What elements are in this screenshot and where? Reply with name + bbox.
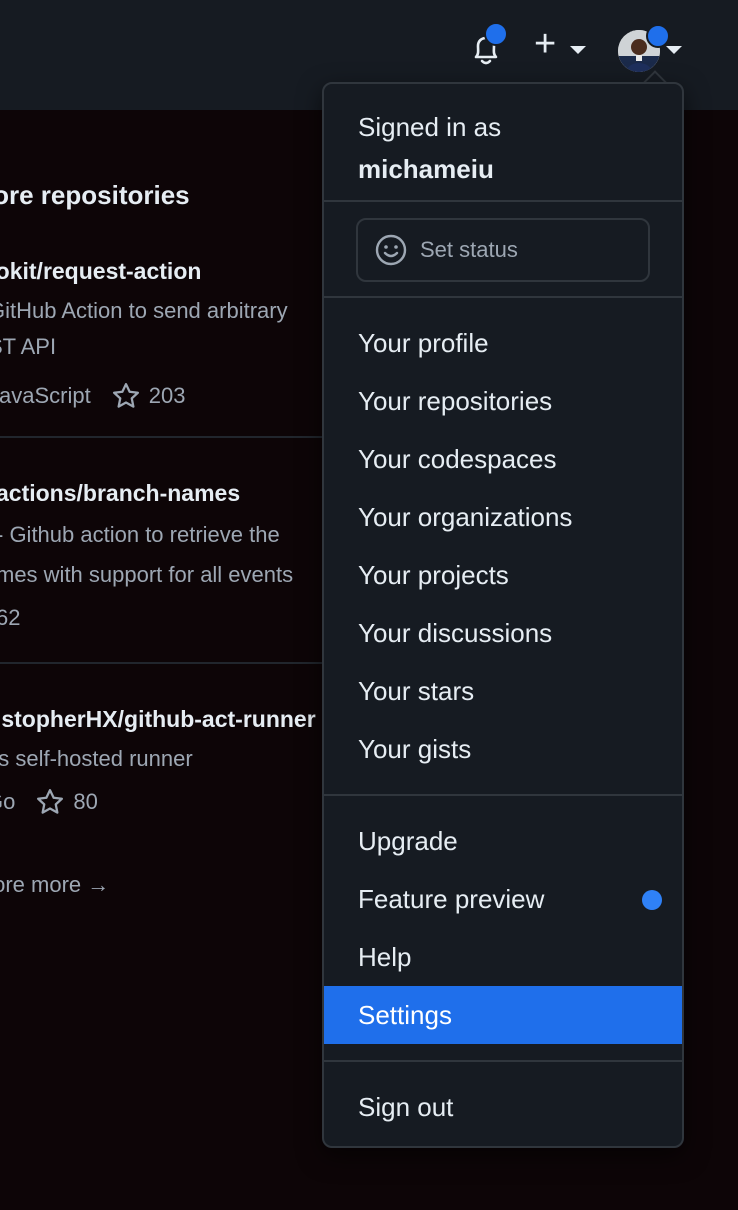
repo-description: GitHub Action to send arbitrary ST API xyxy=(0,298,288,359)
star-icon xyxy=(37,789,64,814)
menu-item-your-projects[interactable]: Your projects xyxy=(324,546,682,604)
menu-item-your-discussions[interactable]: Your discussions xyxy=(324,604,682,662)
notification-indicator-dot xyxy=(484,22,508,46)
menu-item-your-organizations[interactable]: Your organizations xyxy=(324,488,682,546)
notifications-button[interactable] xyxy=(466,22,508,70)
repo-card: actions/branch-names - Github action to … xyxy=(0,480,356,631)
star-icon xyxy=(112,383,139,408)
username: michameiu xyxy=(358,154,494,184)
menu-divider xyxy=(324,296,682,298)
menu-item-your-gists[interactable]: Your gists xyxy=(324,720,682,778)
plus-icon: + xyxy=(534,23,557,65)
set-status-button[interactable]: Set status xyxy=(356,218,650,282)
repo-description: as self-hosted runner xyxy=(0,746,193,771)
menu-divider xyxy=(324,200,682,202)
set-status-label: Set status xyxy=(420,237,518,262)
menu-item-help[interactable]: Help xyxy=(324,928,682,986)
repo-link[interactable]: actions/branch-names xyxy=(0,480,356,507)
menu-item-settings[interactable]: Settings xyxy=(324,986,682,1044)
repo-language: JavaScript xyxy=(0,383,91,408)
menu-item-feature-preview[interactable]: Feature preview xyxy=(324,870,682,928)
feature-preview-indicator-dot xyxy=(642,890,662,910)
menu-item-your-codespaces[interactable]: Your codespaces xyxy=(324,430,682,488)
repo-stars[interactable]: 80 xyxy=(35,787,98,817)
menu-item-your-stars[interactable]: Your stars xyxy=(324,662,682,720)
signed-in-label: Signed in as xyxy=(358,112,502,142)
menu-divider xyxy=(324,794,682,796)
menu-item-your-repositories[interactable]: Your repositories xyxy=(324,372,682,430)
smiley-icon xyxy=(375,234,407,266)
signed-in-header: Signed in as michameiu xyxy=(358,106,501,190)
user-menu-button[interactable] xyxy=(616,24,686,74)
chevron-down-icon xyxy=(570,46,586,54)
repo-meta: JavaScript 203 xyxy=(0,381,348,411)
repo-card: tokit/request-action GitHub Action to se… xyxy=(0,258,348,411)
menu-divider xyxy=(324,1060,682,1062)
divider xyxy=(0,436,322,438)
repo-link[interactable]: tokit/request-action xyxy=(0,258,348,285)
repo-link[interactable]: ristopherHX/github-act-runner xyxy=(0,706,346,733)
menu-item-sign-out[interactable]: Sign out xyxy=(324,1078,682,1136)
repo-stars[interactable]: 203 xyxy=(111,381,185,411)
explore-more-link[interactable]: plore more → xyxy=(0,872,109,898)
repo-meta: Go 80 xyxy=(0,787,346,817)
menu-item-your-profile[interactable]: Your profile xyxy=(324,314,682,372)
chevron-down-icon xyxy=(666,46,682,54)
repo-meta: 62 xyxy=(0,605,356,631)
divider xyxy=(0,662,322,664)
repo-card: ristopherHX/github-act-runner as self-ho… xyxy=(0,706,346,817)
repo-language: Go xyxy=(0,789,16,814)
create-new-button[interactable]: + xyxy=(534,24,590,66)
menu-item-upgrade[interactable]: Upgrade xyxy=(324,812,682,870)
status-indicator-dot xyxy=(646,24,670,48)
user-dropdown-menu: Signed in as michameiu Set status Your p… xyxy=(322,82,684,1148)
explore-repositories-heading: plore repositories xyxy=(0,180,190,210)
repo-description: - Github action to retrieve the mes with… xyxy=(0,522,294,587)
repo-stars[interactable]: 62 xyxy=(0,605,20,631)
